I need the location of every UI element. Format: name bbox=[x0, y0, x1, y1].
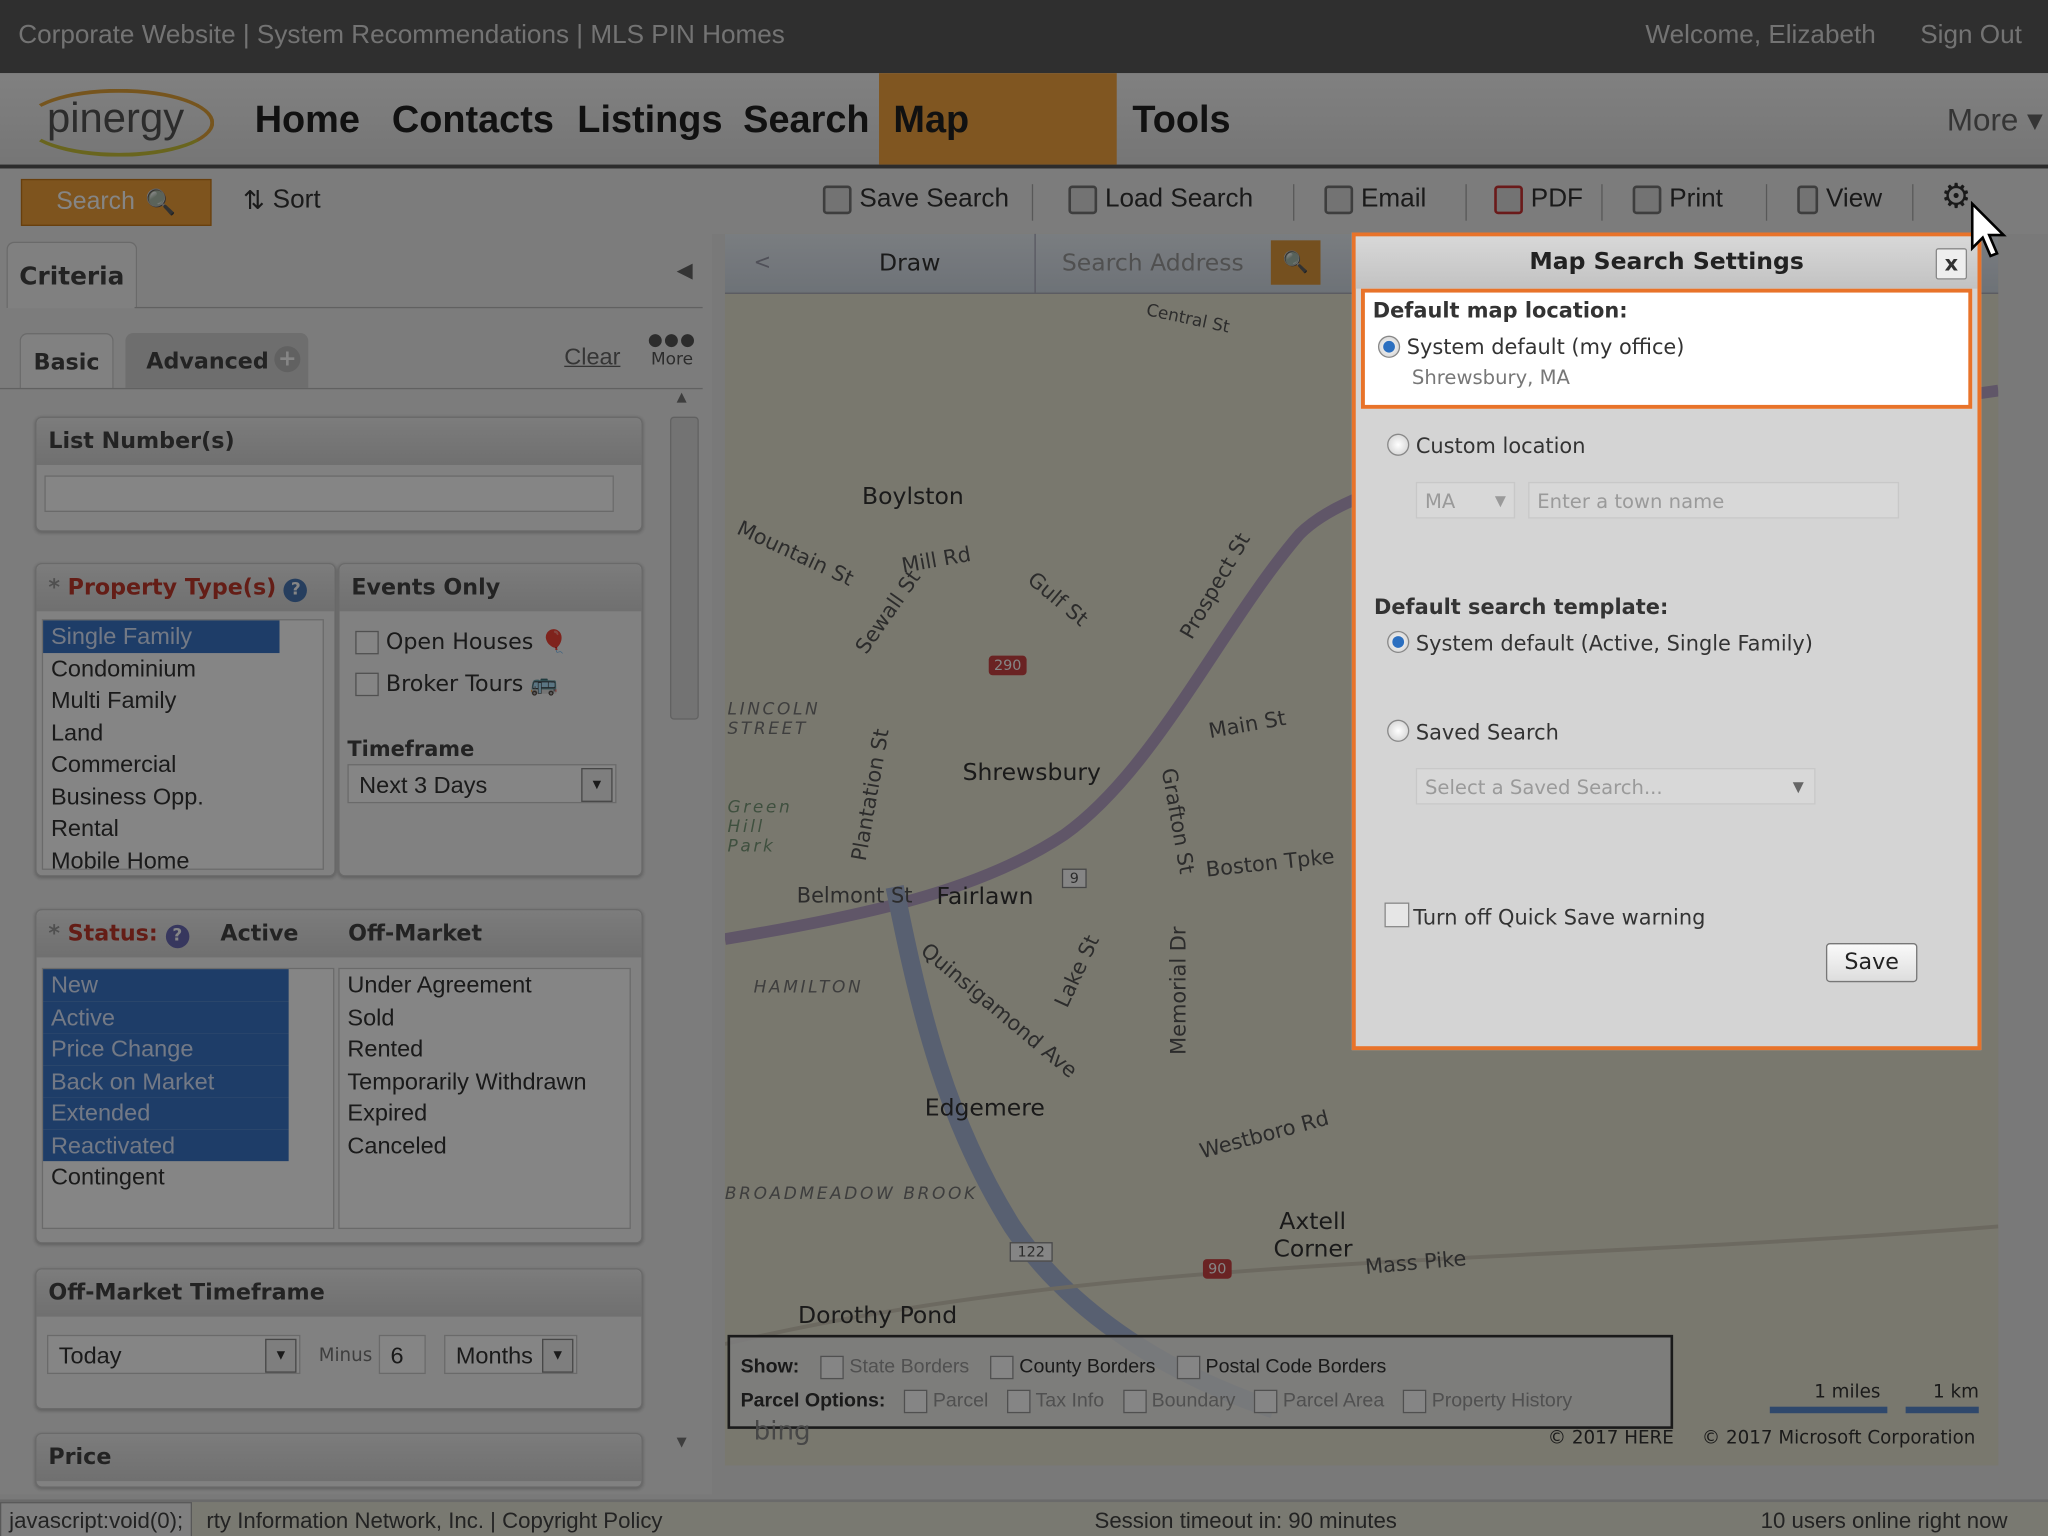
chevron-down-icon: ▼ bbox=[1792, 778, 1804, 796]
system-default-location-radio[interactable] bbox=[1377, 335, 1401, 358]
mouse-cursor-icon bbox=[1970, 201, 2007, 258]
dialog-title: Map Search Settings bbox=[1355, 236, 1978, 289]
quick-save-checkbox[interactable] bbox=[1384, 902, 1410, 928]
office-location: Shrewsbury, MA bbox=[1411, 365, 1570, 390]
state-select[interactable]: MA ▼ bbox=[1415, 481, 1516, 519]
location-heading: Default map location: bbox=[1372, 297, 1628, 323]
page: Corporate Website | System Recommendatio… bbox=[0, 0, 2048, 1536]
custom-location-label: Custom location bbox=[1415, 433, 1586, 459]
saved-search-select[interactable]: Select a Saved Search... ▼ bbox=[1415, 767, 1816, 805]
quick-save-label: Turn off Quick Save warning bbox=[1413, 905, 1706, 930]
custom-location-radio[interactable] bbox=[1387, 433, 1410, 456]
default-location-highlight: Default map location: System default (my… bbox=[1360, 288, 1973, 409]
map-search-settings-dialog: Map Search Settings x Default map locati… bbox=[1351, 232, 1982, 1051]
save-button[interactable]: Save bbox=[1825, 943, 1918, 983]
system-default-template-radio[interactable] bbox=[1387, 630, 1410, 654]
saved-search-radio[interactable] bbox=[1387, 719, 1410, 742]
close-button[interactable]: x bbox=[1935, 248, 1968, 280]
system-default-template-label: System default (Active, Single Family) bbox=[1415, 630, 1813, 656]
system-default-location-label: System default (my office) bbox=[1406, 334, 1685, 360]
saved-search-label: Saved Search bbox=[1415, 719, 1559, 745]
template-heading: Default search template: bbox=[1374, 594, 1669, 620]
chevron-down-icon: ▼ bbox=[1494, 492, 1506, 510]
town-input[interactable]: Enter a town name bbox=[1528, 481, 1900, 519]
